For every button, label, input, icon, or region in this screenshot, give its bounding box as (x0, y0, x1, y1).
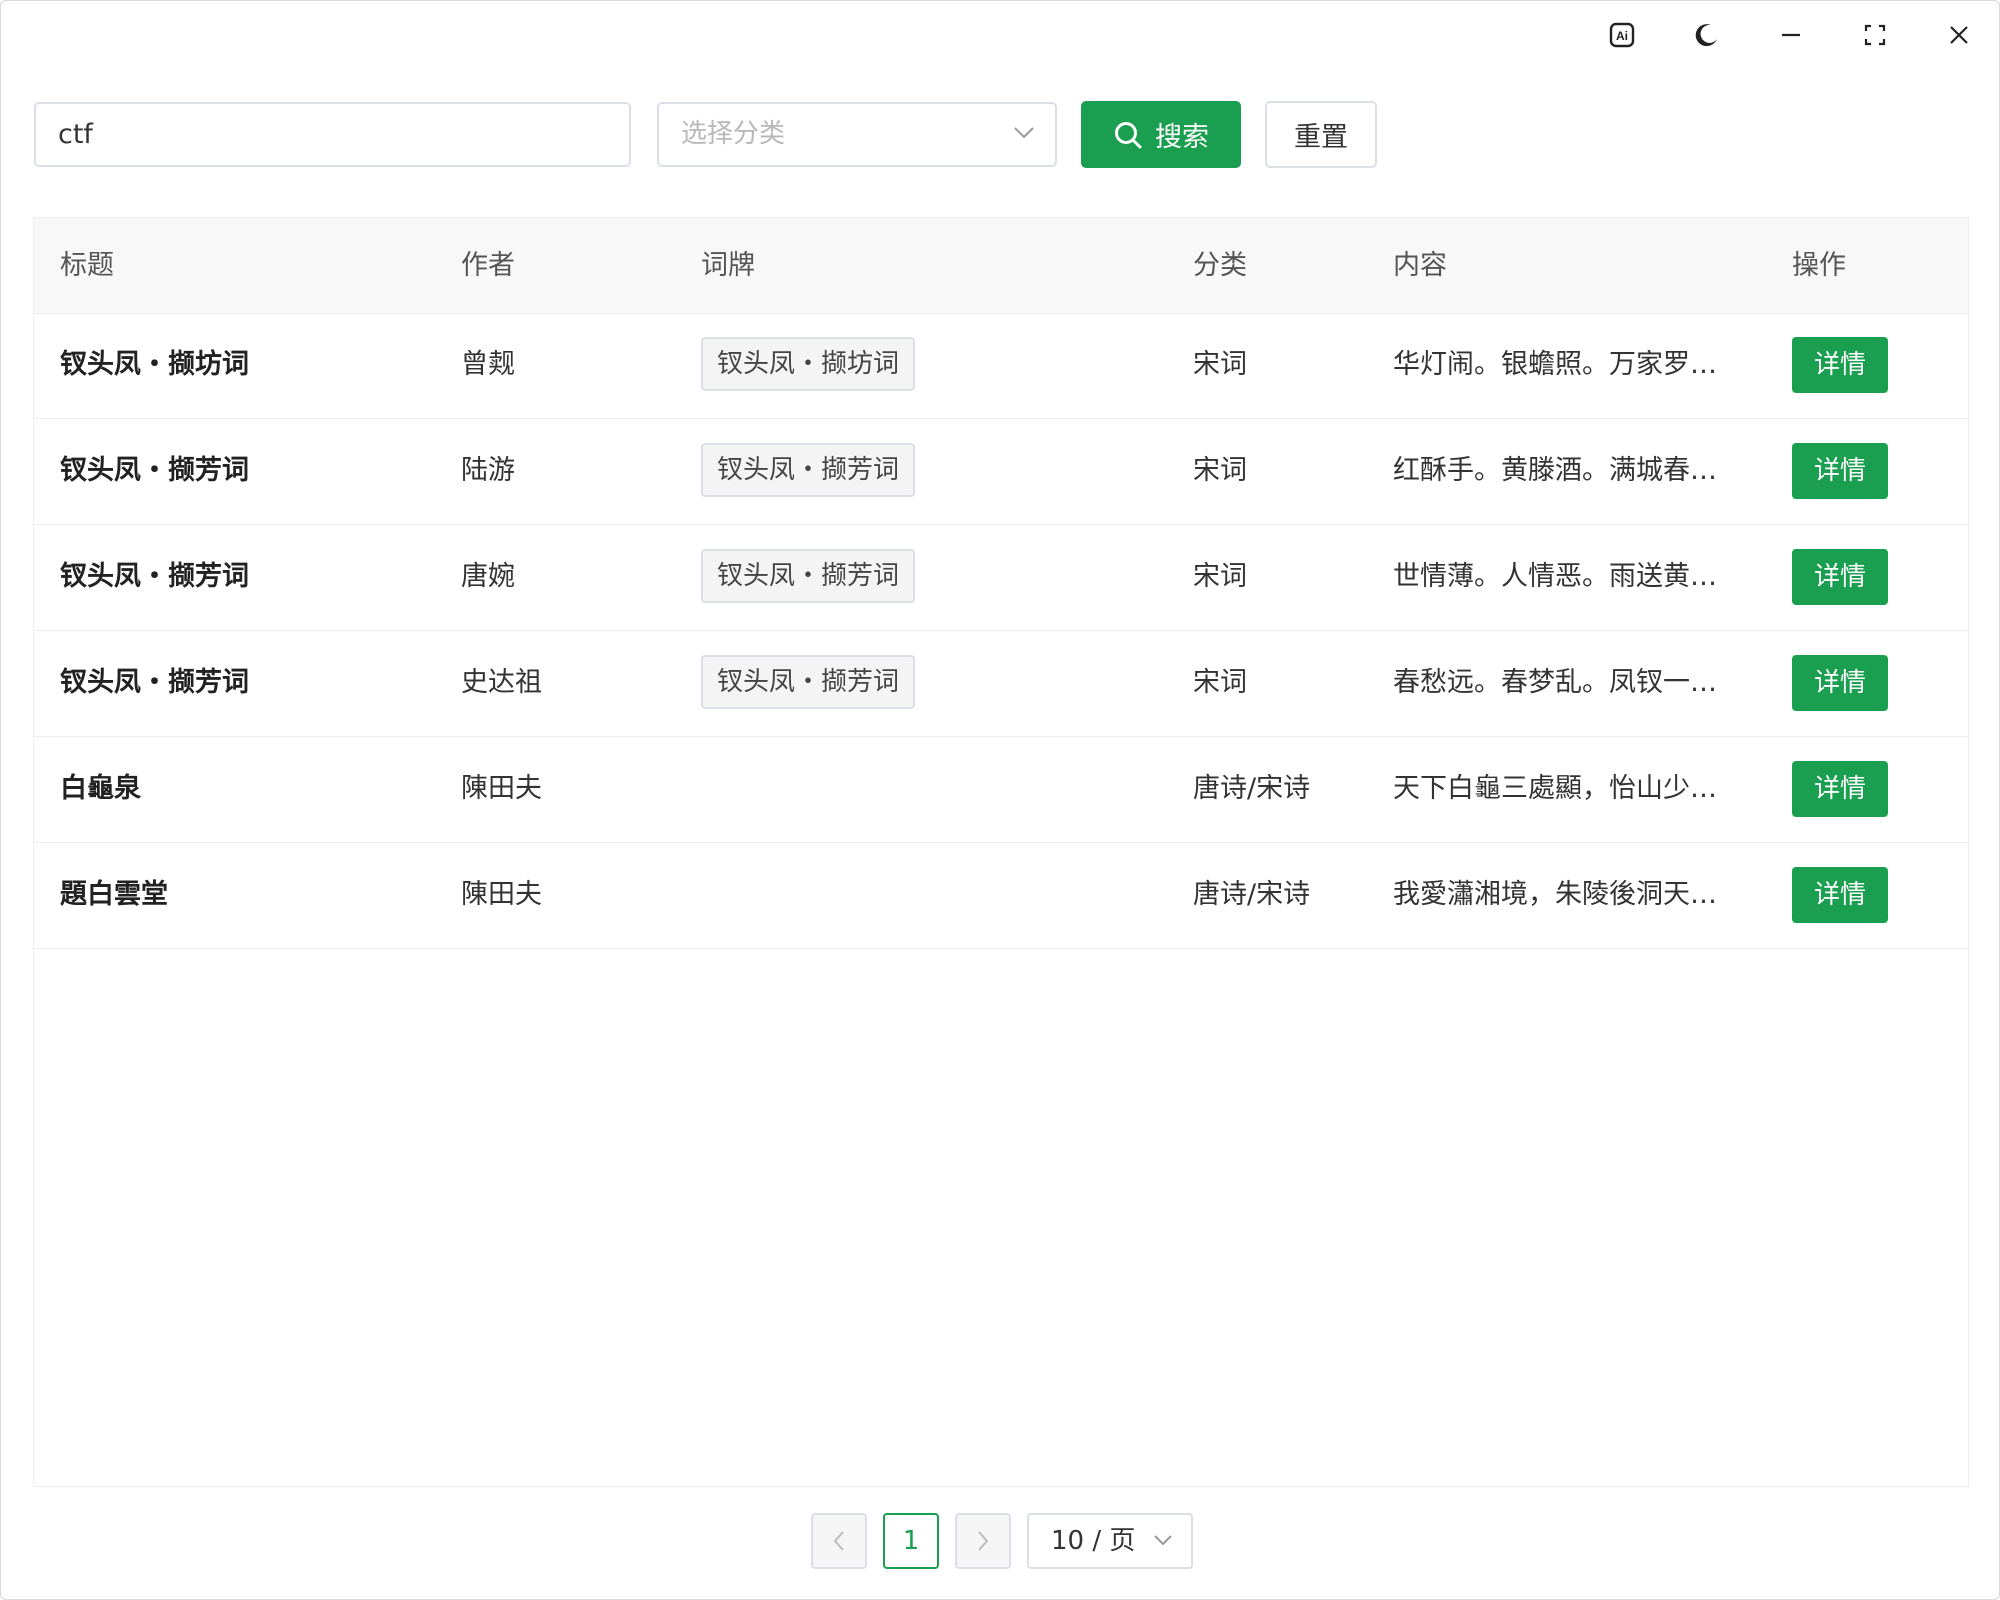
table-row: 題白雲堂 陳田夫 唐诗/宋诗 我愛瀟湘境，朱陵後洞天… 详情 (34, 843, 1968, 949)
row-content: 华灯闹。银蟾照。万家罗… (1393, 349, 1717, 380)
chevron-left-icon (833, 1531, 844, 1551)
cipai-tag: 钗头凤・撷芳词 (701, 655, 916, 709)
header-cipai: 词牌 (701, 250, 755, 281)
category-select-placeholder: 选择分类 (681, 119, 786, 149)
row-content: 世情薄。人情恶。雨送黄… (1393, 561, 1717, 592)
table-header: 标题 作者 词牌 分类 内容 操作 (34, 218, 1968, 314)
ai-icon[interactable]: Ai (1602, 15, 1642, 55)
row-content: 春愁远。春梦乱。凤钗一… (1393, 667, 1717, 698)
detail-button[interactable]: 详情 (1792, 867, 1888, 923)
category-select[interactable]: 选择分类 (657, 102, 1057, 167)
fullscreen-icon[interactable] (1855, 15, 1895, 55)
row-author: 陳田夫 (461, 773, 542, 804)
header-title: 标题 (60, 250, 114, 281)
row-author: 史达祖 (461, 667, 542, 698)
header-author: 作者 (461, 250, 515, 281)
chevron-down-icon (1014, 127, 1034, 139)
reset-button[interactable]: 重置 (1265, 101, 1377, 168)
row-category: 宋词 (1193, 455, 1247, 486)
page-size-value: 10 / 页 (1051, 1526, 1136, 1556)
poem-table: 标题 作者 词牌 分类 内容 操作 钗头凤・撷坊词 曾觌 钗头凤・撷坊词 宋词 … (33, 217, 1969, 1487)
detail-button[interactable]: 详情 (1792, 761, 1888, 817)
search-button[interactable]: 搜索 (1081, 101, 1241, 168)
table-row: 钗头凤・撷芳词 唐婉 钗头凤・撷芳词 宋词 世情薄。人情恶。雨送黄… 详情 (34, 525, 1968, 631)
prev-page-button[interactable] (811, 1513, 867, 1569)
cipai-tag: 钗头凤・撷坊词 (701, 337, 916, 391)
row-title: 钗头凤・撷芳词 (60, 455, 249, 486)
close-icon[interactable] (1939, 15, 1979, 55)
table-row: 钗头凤・撷芳词 陆游 钗头凤・撷芳词 宋词 红酥手。黄滕酒。满城春… 详情 (34, 419, 1968, 525)
row-title: 題白雲堂 (60, 879, 168, 910)
table-row: 钗头凤・撷芳词 史达祖 钗头凤・撷芳词 宋词 春愁远。春梦乱。凤钗一… 详情 (34, 631, 1968, 737)
chevron-down-icon (1154, 1535, 1172, 1546)
row-title: 钗头凤・撷坊词 (60, 349, 249, 380)
row-content: 我愛瀟湘境，朱陵後洞天… (1393, 879, 1717, 910)
search-input[interactable]: ctf (34, 102, 631, 167)
row-author: 陳田夫 (461, 879, 542, 910)
chevron-right-icon (978, 1531, 989, 1551)
page-size-select[interactable]: 10 / 页 (1027, 1513, 1193, 1569)
row-author: 唐婉 (461, 561, 515, 592)
svg-text:Ai: Ai (1616, 29, 1628, 43)
table-row: 白龜泉 陳田夫 唐诗/宋诗 天下白龜三處顯，怡山少… 详情 (34, 737, 1968, 843)
next-page-button[interactable] (955, 1513, 1011, 1569)
row-category: 唐诗/宋诗 (1193, 773, 1311, 804)
table-row: 钗头凤・撷坊词 曾觌 钗头凤・撷坊词 宋词 华灯闹。银蟾照。万家罗… 详情 (34, 313, 1968, 419)
header-content: 内容 (1393, 250, 1447, 281)
cipai-tag: 钗头凤・撷芳词 (701, 443, 916, 497)
detail-button[interactable]: 详情 (1792, 443, 1888, 499)
row-author: 曾觌 (461, 349, 515, 380)
app-window: Ai ctf 选择分类 搜索 重置 标题 作者 词牌 分类 内容 操作 钗头凤・… (0, 0, 2000, 1600)
detail-button[interactable]: 详情 (1792, 337, 1888, 393)
search-icon (1115, 121, 1142, 148)
minimize-icon[interactable] (1771, 15, 1811, 55)
row-author: 陆游 (461, 455, 515, 486)
row-category: 宋词 (1193, 349, 1247, 380)
row-category: 宋词 (1193, 561, 1247, 592)
header-action: 操作 (1792, 250, 1846, 281)
detail-button[interactable]: 详情 (1792, 549, 1888, 605)
row-title: 钗头凤・撷芳词 (60, 561, 249, 592)
row-title: 白龜泉 (60, 773, 141, 804)
search-button-label: 搜索 (1155, 122, 1209, 153)
page-number-button[interactable]: 1 (883, 1513, 939, 1569)
row-category: 宋词 (1193, 667, 1247, 698)
header-category: 分类 (1193, 250, 1247, 281)
row-content: 天下白龜三處顯，怡山少… (1393, 773, 1717, 804)
row-content: 红酥手。黄滕酒。满城春… (1393, 455, 1717, 486)
row-title: 钗头凤・撷芳词 (60, 667, 249, 698)
detail-button[interactable]: 详情 (1792, 655, 1888, 711)
moon-icon[interactable] (1687, 15, 1727, 55)
row-category: 唐诗/宋诗 (1193, 879, 1311, 910)
cipai-tag: 钗头凤・撷芳词 (701, 549, 916, 603)
